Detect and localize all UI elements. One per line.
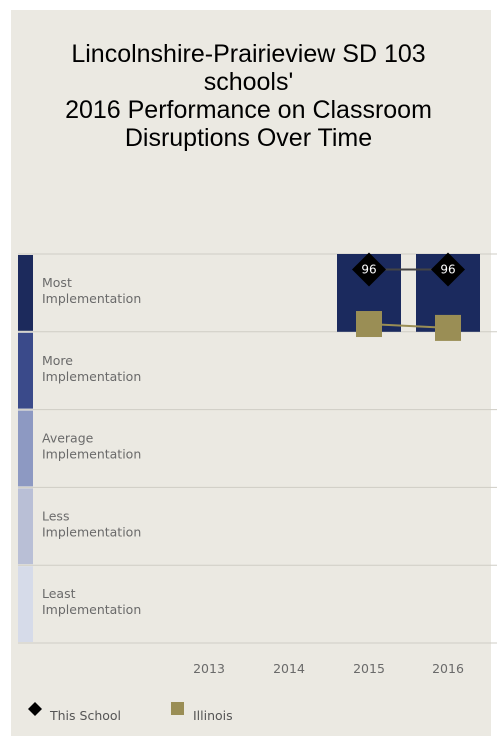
square-marker-icon — [171, 702, 184, 715]
x-tick-label: 2014 — [273, 661, 305, 676]
band-color-strip — [18, 332, 33, 409]
x-tick-label: 2013 — [193, 661, 225, 676]
band-color-strip — [18, 255, 33, 331]
school-value-label: 96 — [361, 263, 376, 277]
diamond-marker-icon — [28, 702, 42, 716]
band-label-line2: Implementation — [42, 369, 141, 384]
band-label-line2: Implementation — [42, 602, 141, 617]
band-color-strip — [18, 566, 33, 642]
legend-label-this-school: This School — [50, 708, 122, 723]
illinois-marker — [356, 311, 382, 338]
band-label-line1: Most — [42, 275, 72, 290]
band-label-line1: Least — [42, 586, 76, 601]
band-label-line1: More — [42, 353, 73, 368]
band-label-line1: Less — [42, 508, 69, 523]
school-value-label: 96 — [440, 263, 455, 277]
band-label-line2: Implementation — [42, 291, 141, 306]
illinois-marker — [435, 314, 461, 341]
chart-plot: MostImplementationMoreImplementationAver… — [18, 252, 497, 676]
band-label-line1: Average — [42, 431, 94, 446]
band-label-line2: Implementation — [42, 447, 141, 462]
band-color-strip — [18, 410, 33, 487]
x-tick-label: 2015 — [353, 661, 385, 676]
band-color-strip — [18, 488, 33, 565]
x-tick-label: 2016 — [432, 661, 464, 676]
band-label-line2: Implementation — [42, 524, 141, 539]
legend-label-illinois: Illinois — [193, 708, 233, 723]
